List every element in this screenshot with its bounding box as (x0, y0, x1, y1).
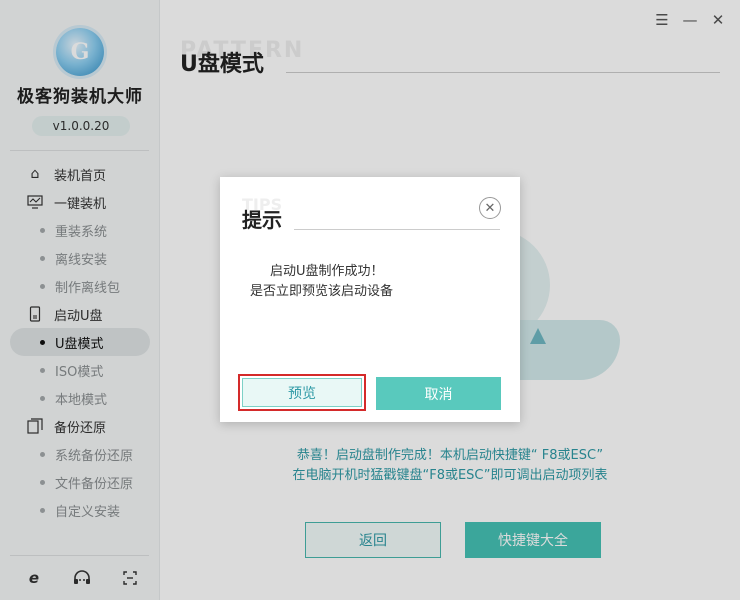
dialog-message-line1: 启动U盘制作成功！ (270, 264, 384, 279)
preview-button[interactable]: 预览 (242, 378, 362, 407)
preview-button-highlight: 预览 (238, 374, 366, 411)
dialog-title-divider (294, 229, 500, 230)
cancel-button[interactable]: 取消 (376, 377, 501, 410)
dialog-title: 提示 (242, 208, 282, 232)
dialog-message-line2: 是否立即预览该启动设备 (250, 284, 394, 299)
dialog-close-icon[interactable]: ✕ (479, 197, 501, 219)
tip-dialog: TIPS 提示 ✕ 启动U盘制作成功！ 是否立即预览该启动设备 预览 取消 (220, 177, 520, 422)
